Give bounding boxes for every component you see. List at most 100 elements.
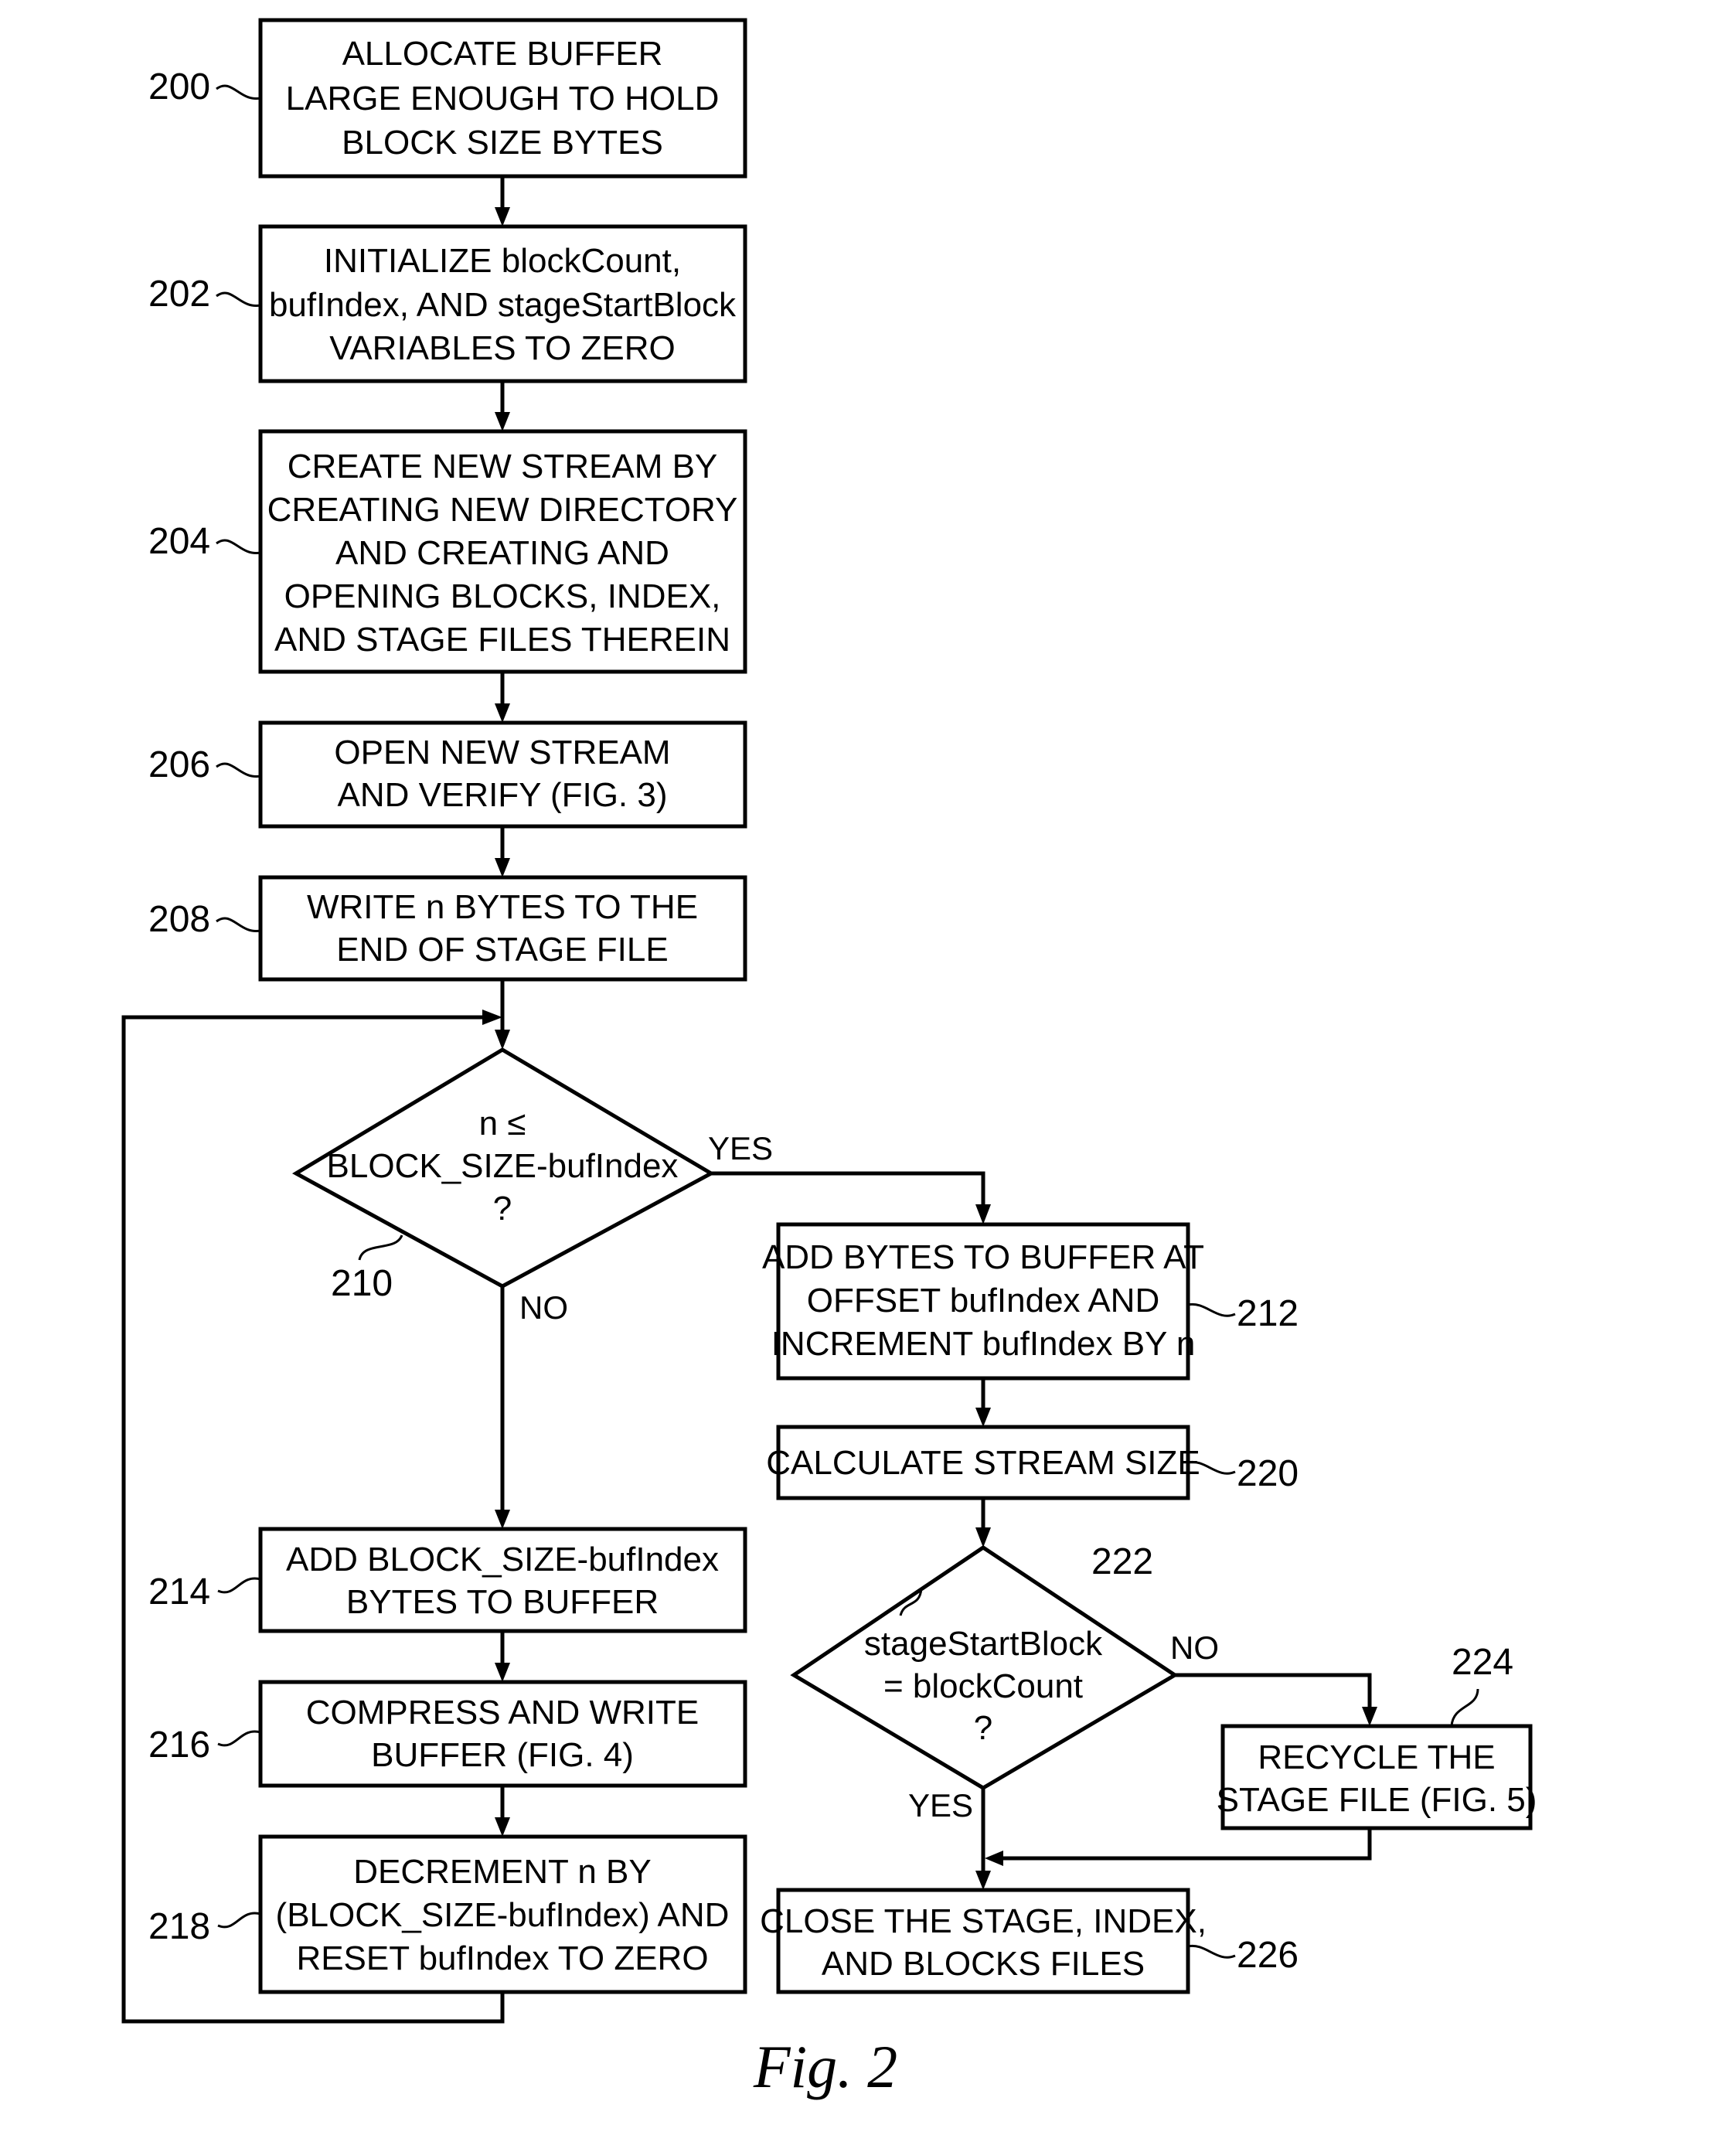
step-212-line-1: ADD BYTES TO BUFFER AT: [762, 1238, 1204, 1276]
step-224-line-2: STAGE FILE (FIG. 5): [1217, 1781, 1537, 1819]
step-214: ADD BLOCK_SIZE-bufIndex BYTES TO BUFFER …: [148, 1527, 747, 1633]
connector-224-merge: [1002, 1828, 1372, 1861]
step-200-line-2: LARGE ENOUGH TO HOLD: [286, 80, 720, 117]
step-224-line-1: RECYCLE THE: [1258, 1738, 1495, 1776]
arrowhead-icon: [495, 1817, 510, 1837]
step-226-line-2: AND BLOCKS FILES: [822, 1945, 1145, 1983]
step-202-line-2: bufIndex, AND stageStartBlock: [269, 286, 737, 324]
arrowhead-icon: [975, 1871, 991, 1890]
arrowhead-icon: [482, 1010, 502, 1025]
arrowhead-icon: [495, 1030, 510, 1050]
step-226: CLOSE THE STAGE, INDEX, AND BLOCKS FILES…: [760, 1888, 1299, 1994]
leader-line-202: [216, 291, 261, 307]
step-212-line-3: INCREMENT bufIndex BY n: [771, 1325, 1196, 1363]
step-218: DECREMENT n BY (BLOCK_SIZE-bufIndex) AND…: [148, 1834, 747, 1994]
step-220: CALCULATE STREAM SIZE 220: [766, 1425, 1299, 1500]
decision-210: n ≤ BLOCK_SIZE-bufIndex ? YES NO 210: [291, 1047, 773, 1326]
leader-line-224: [1450, 1688, 1479, 1727]
ref-label-224: 224: [1452, 1642, 1513, 1683]
step-206-line-1: OPEN NEW STREAM: [334, 734, 670, 771]
decision-210-no-label: NO: [519, 1289, 568, 1326]
decision-210-line-1: n ≤: [479, 1105, 526, 1142]
connector-210-yes-212: [711, 1171, 985, 1207]
decision-210-yes-label: YES: [708, 1130, 773, 1166]
step-208-line-1: WRITE n BYTES TO THE: [307, 888, 698, 926]
step-200-line-3: BLOCK SIZE BYTES: [342, 124, 663, 162]
decision-210-line-3: ?: [493, 1190, 512, 1228]
step-200-line-1: ALLOCATE BUFFER: [342, 35, 663, 73]
step-212-line-2: OFFSET bufIndex AND: [807, 1282, 1159, 1319]
step-206: OPEN NEW STREAM AND VERIFY (FIG. 3) 206: [148, 720, 747, 829]
arrowhead-icon: [495, 1510, 510, 1529]
step-202: INITIALIZE blockCount, bufIndex, AND sta…: [148, 224, 747, 383]
step-204-line-4: OPENING BLOCKS, INDEX,: [284, 577, 721, 615]
arrowhead-icon: [985, 1851, 1003, 1866]
step-218-line-2: (BLOCK_SIZE-bufIndex) AND: [276, 1896, 730, 1934]
step-216: COMPRESS AND WRITE BUFFER (FIG. 4) 216: [148, 1680, 747, 1788]
leader-line-214: [217, 1577, 261, 1594]
step-204-line-5: AND STAGE FILES THEREIN: [274, 621, 730, 659]
step-208: WRITE n BYTES TO THE END OF STAGE FILE 2…: [148, 875, 747, 982]
step-214-line-1: ADD BLOCK_SIZE-bufIndex: [286, 1541, 719, 1578]
decision-222-yes-label: YES: [908, 1787, 973, 1823]
leader-line-218: [217, 1912, 261, 1929]
ref-label-218: 218: [148, 1906, 210, 1947]
ref-label-204: 204: [148, 521, 210, 562]
leader-line-212: [1187, 1302, 1236, 1317]
step-200: ALLOCATE BUFFER LARGE ENOUGH TO HOLD BLO…: [148, 18, 747, 179]
step-204-line-2: CREATING NEW DIRECTORY: [267, 491, 738, 529]
ref-label-214: 214: [148, 1571, 210, 1612]
ref-label-206: 206: [148, 744, 210, 785]
step-216-line-1: COMPRESS AND WRITE: [306, 1694, 700, 1731]
leader-line-200: [216, 84, 261, 100]
step-214-line-2: BYTES TO BUFFER: [346, 1583, 659, 1621]
arrowhead-icon: [495, 858, 510, 877]
ref-label-210: 210: [331, 1263, 393, 1304]
step-208-line-2: END OF STAGE FILE: [336, 931, 668, 969]
decision-222-line-2: = blockCount: [883, 1667, 1083, 1705]
arrowhead-icon: [975, 1204, 991, 1224]
decision-222-line-3: ?: [974, 1709, 992, 1747]
step-218-line-1: DECREMENT n BY: [353, 1853, 652, 1891]
leader-line-206: [216, 762, 261, 778]
leader-line-226: [1187, 1944, 1236, 1959]
arrowhead-icon: [495, 207, 510, 226]
step-220-line-1: CALCULATE STREAM SIZE: [766, 1444, 1200, 1482]
arrowhead-icon: [975, 1408, 991, 1427]
step-202-line-1: INITIALIZE blockCount,: [324, 242, 681, 280]
leader-line-216: [217, 1730, 261, 1747]
ref-label-200: 200: [148, 66, 210, 107]
leader-line-204: [216, 539, 261, 554]
step-218-line-3: RESET bufIndex TO ZERO: [296, 1939, 708, 1977]
step-226-line-1: CLOSE THE STAGE, INDEX,: [760, 1902, 1207, 1940]
ref-label-220: 220: [1237, 1453, 1299, 1494]
connector-222-no-224: [1175, 1673, 1372, 1710]
arrowhead-icon: [495, 412, 510, 431]
decision-210-line-2: BLOCK_SIZE-bufIndex: [327, 1147, 679, 1185]
ref-label-212: 212: [1237, 1293, 1299, 1334]
leader-line-208: [216, 917, 261, 932]
decision-222: stageStartBlock = blockCount ? NO YES 22…: [790, 1541, 1219, 1823]
arrowhead-icon: [975, 1527, 991, 1548]
ref-label-202: 202: [148, 274, 210, 315]
step-212: ADD BYTES TO BUFFER AT OFFSET bufIndex A…: [762, 1222, 1299, 1381]
arrowhead-icon: [495, 1663, 510, 1682]
step-216-line-2: BUFFER (FIG. 4): [371, 1736, 634, 1774]
step-224: RECYCLE THE STAGE FILE (FIG. 5) 224: [1217, 1642, 1537, 1830]
ref-label-222: 222: [1091, 1541, 1153, 1582]
step-204-line-1: CREATE NEW STREAM BY: [288, 448, 718, 485]
leader-line-210: [358, 1234, 403, 1261]
arrowhead-icon: [1362, 1707, 1377, 1726]
decision-222-line-1: stageStartBlock: [864, 1625, 1103, 1663]
step-204: CREATE NEW STREAM BY CREATING NEW DIRECT…: [148, 429, 747, 674]
step-206-line-2: AND VERIFY (FIG. 3): [337, 776, 667, 814]
ref-label-208: 208: [148, 899, 210, 940]
ref-label-226: 226: [1237, 1935, 1299, 1976]
flowchart: ALLOCATE BUFFER LARGE ENOUGH TO HOLD BLO…: [121, 18, 1537, 2100]
arrowhead-icon: [495, 703, 510, 723]
step-202-line-3: VARIABLES TO ZERO: [329, 329, 675, 367]
figure-caption: Fig. 2: [753, 2033, 897, 2100]
step-204-line-3: AND CREATING AND: [335, 534, 669, 572]
decision-222-no-label: NO: [1170, 1629, 1219, 1666]
ref-label-216: 216: [148, 1725, 210, 1766]
